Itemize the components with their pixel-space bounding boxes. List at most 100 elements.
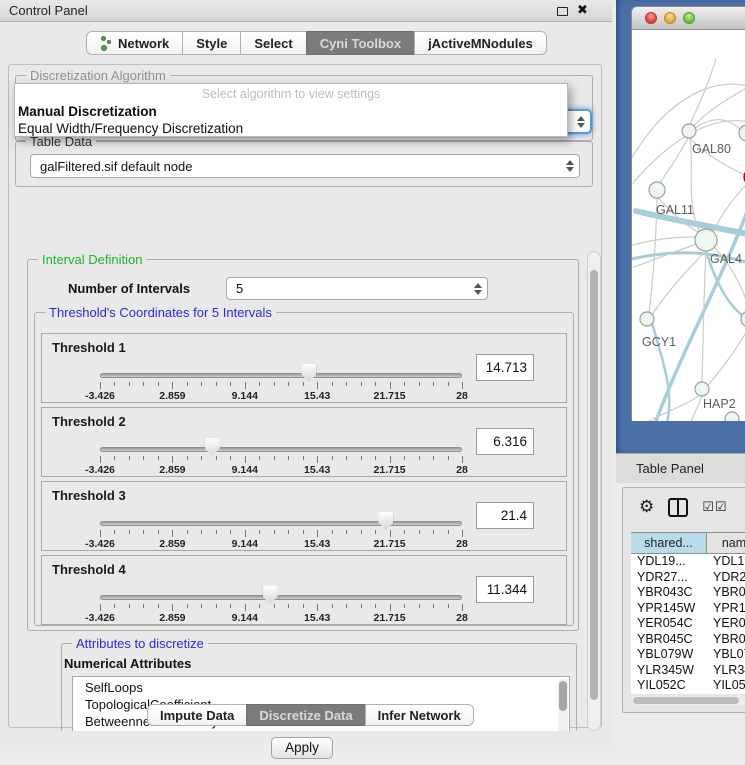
table-row[interactable]: YBL079WYBL079W: [631, 647, 745, 663]
network-node-gal4[interactable]: [695, 229, 717, 251]
network-canvas[interactable]: GAL80GACGAL11GAL4GCY1HHAP2: [632, 31, 745, 421]
checkbox-icons[interactable]: ☑☑: [702, 499, 727, 515]
attribute-item-selfloops[interactable]: SelfLoops: [73, 679, 569, 696]
slider-track[interactable]: [100, 521, 462, 526]
slider-thumb[interactable]: [378, 512, 393, 530]
tab-style-label: Style: [196, 36, 227, 51]
dropdown-item-manual-discretization[interactable]: Manual Discretization: [15, 103, 567, 120]
slider-ticks: [100, 456, 462, 464]
tab-impute-data-label: Impute Data: [160, 708, 234, 723]
tab-network-label: Network: [118, 36, 169, 51]
float-window-icon[interactable]: [557, 7, 568, 16]
apply-button[interactable]: Apply: [271, 737, 333, 759]
close-traffic-light-icon[interactable]: [645, 12, 657, 24]
table-row[interactable]: YER054CYER054C: [631, 616, 745, 632]
close-icon[interactable]: ✖: [577, 2, 588, 18]
table-row[interactable]: YBR045CYBR045C: [631, 632, 745, 648]
discretization-algorithm-group-title: Discretization Algorithm: [26, 68, 170, 83]
network-node[interactable]: [725, 412, 739, 421]
table-cell: YBL079W: [707, 647, 745, 663]
table-cell: YBR043C: [631, 585, 707, 601]
table-row[interactable]: YDR27...YDR27...: [631, 570, 745, 586]
network-node-gcy1[interactable]: [640, 312, 654, 326]
threshold-value-field[interactable]: 11.344: [476, 576, 534, 603]
settings-gear-icon[interactable]: ⚙: [639, 497, 654, 517]
table-cell: YBR045C: [631, 632, 707, 648]
tab-infer-network[interactable]: Infer Network: [365, 704, 474, 726]
table-panel-header: Table Panel: [616, 453, 745, 483]
table-header-row: shared...name: [631, 532, 745, 554]
numerical-attributes-heading: Numerical Attributes: [64, 656, 191, 671]
node-table[interactable]: shared...name YDL19...YDL19...YDR27...YD…: [631, 532, 745, 694]
cytoscape-desktop: GAL80GACGAL11GAL4GCY1HHAP2: [616, 0, 745, 453]
combo-arrows-icon: [566, 160, 574, 172]
tab-network[interactable]: Network: [86, 31, 183, 55]
tab-impute-data[interactable]: Impute Data: [147, 704, 247, 726]
top-tab-bar: Network Style SelectCyni Toolbox jActiveMNo…: [86, 31, 547, 55]
dropdown-item-equal-width-frequency-discretization[interactable]: Equal Width/Frequency Discretization: [15, 120, 567, 137]
slider-track[interactable]: [100, 447, 462, 452]
columns-icon[interactable]: [668, 498, 688, 517]
dropdown-hint: Select algorithm to view settings: [15, 86, 567, 103]
number-of-intervals-value: 5: [236, 281, 243, 296]
tab-style[interactable]: Style: [182, 31, 241, 55]
settings-vertical-scrollbar[interactable]: [587, 251, 601, 731]
slider-ticks: [100, 382, 462, 390]
threshold-value-field[interactable]: 6.316: [476, 428, 534, 455]
attributes-scrollbar[interactable]: [558, 679, 568, 731]
table-row[interactable]: YPR145WYPR145W: [631, 601, 745, 617]
network-graph: GAL80GACGAL11GAL4GCY1HHAP2: [632, 31, 745, 421]
column-header-shared[interactable]: shared...: [631, 533, 707, 553]
slider-track[interactable]: [100, 373, 462, 378]
interval-definition-group: Interval Definition Number of Intervals …: [27, 259, 579, 631]
slider-thumb[interactable]: [205, 438, 220, 456]
table-cell: YER054C: [707, 616, 745, 632]
table-data-selected-value: galFiltered.sif default node: [40, 159, 192, 174]
network-edge[interactable]: [690, 59, 716, 124]
table-row[interactable]: YIL052CYIL052C: [631, 678, 745, 694]
network-node-gal11[interactable]: [649, 182, 665, 198]
table-cell: YLR345W: [707, 663, 745, 679]
table-row[interactable]: YBR043CYBR043C: [631, 585, 745, 601]
slider-thumb[interactable]: [301, 364, 316, 382]
tab-select[interactable]: Select: [240, 31, 306, 55]
slider-track[interactable]: [100, 595, 462, 600]
slider-tick-labels: -3.4262.8599.14415.4321.71528: [100, 538, 462, 550]
table-data-select[interactable]: galFiltered.sif default node: [30, 154, 580, 178]
threshold-value-field[interactable]: 21.4: [476, 502, 534, 529]
tab-cyni-toolbox[interactable]: Cyni Toolbox: [306, 31, 415, 55]
column-header-name[interactable]: name: [707, 533, 745, 553]
tab-discretize-data[interactable]: Discretize Data: [246, 704, 365, 726]
attributes-group-title: Attributes to discretize: [72, 636, 208, 651]
table-cell: YBL079W: [631, 647, 707, 663]
network-edge[interactable]: [708, 327, 745, 385]
network-view-window: GAL80GACGAL11GAL4GCY1HHAP2: [631, 6, 745, 421]
network-node-hap2[interactable]: [695, 382, 709, 396]
settings-scroll-area: Interval Definition Number of Intervals …: [21, 251, 603, 731]
combo-arrows-icon: [577, 116, 585, 128]
slider-ticks: [100, 530, 462, 538]
dropdown-item-list: Manual DiscretizationEqual Width/Frequen…: [15, 103, 567, 137]
tab-jactivemnodules-label: jActiveMNodules: [428, 36, 533, 51]
table-cell: YLR345W: [631, 663, 707, 679]
network-node-gal80[interactable]: [682, 124, 696, 138]
threshold-label: Threshold 3: [52, 488, 126, 503]
slider-thumb[interactable]: [263, 586, 278, 604]
network-edge[interactable]: [632, 237, 696, 246]
table-row[interactable]: YDL19...YDL19...: [631, 554, 745, 570]
tab-jactivemnodules[interactable]: jActiveMNodules: [414, 31, 547, 55]
table-row[interactable]: YLR345WYLR345W: [631, 663, 745, 679]
network-edge[interactable]: [652, 251, 706, 315]
table-cell: YDL19...: [631, 554, 707, 570]
network-node-ga[interactable]: [739, 125, 745, 141]
threshold-value-field[interactable]: 14.713: [476, 354, 534, 381]
network-node-label: GAL4: [710, 252, 742, 266]
number-of-intervals-select[interactable]: 5: [226, 277, 488, 300]
network-window-titlebar[interactable]: [632, 7, 745, 30]
zoom-traffic-light-icon[interactable]: [683, 12, 695, 24]
table-horizontal-scrollbar[interactable]: [631, 696, 745, 705]
minimize-traffic-light-icon[interactable]: [664, 12, 676, 24]
threshold-1-box: Threshold 1-3.4262.8599.14415.4321.71528…: [41, 333, 567, 403]
table-cell: YDR27...: [631, 570, 707, 586]
network-edge[interactable]: [686, 396, 702, 421]
